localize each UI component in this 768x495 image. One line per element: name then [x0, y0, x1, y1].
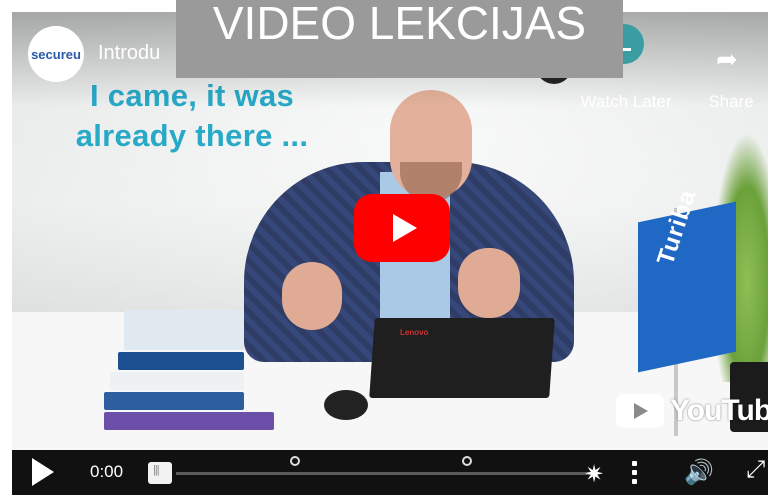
- book-stack: [104, 302, 274, 432]
- chapter-marker[interactable]: [290, 456, 300, 466]
- video-player[interactable]: I came, it was already there ... Lenovo …: [12, 12, 768, 495]
- chapter-marker[interactable]: [462, 456, 472, 466]
- presenter-hand-right: [458, 248, 520, 318]
- page-title: VIDEO LEKCIJAS: [176, 0, 623, 78]
- laptop: [369, 318, 555, 398]
- youtube-watermark[interactable]: YouTube: [616, 390, 768, 432]
- play-icon: [393, 214, 417, 242]
- scrub-handle[interactable]: [148, 462, 172, 484]
- channel-logo[interactable]: secureu: [28, 26, 84, 82]
- computer-mouse: [324, 390, 368, 420]
- channel-logo-text: secureu: [31, 46, 81, 62]
- settings-icon[interactable]: ✷: [584, 460, 604, 489]
- presenter-hand-left: [282, 262, 342, 330]
- fullscreen-icon[interactable]: ⤢: [746, 456, 765, 484]
- video-title[interactable]: Introdu: [98, 42, 160, 65]
- laptop-brand: Lenovo: [400, 328, 429, 337]
- youtube-logo-icon: [616, 394, 664, 428]
- play-icon[interactable]: [32, 458, 54, 486]
- big-play-button[interactable]: [354, 194, 450, 262]
- more-vert-icon[interactable]: [632, 458, 640, 488]
- share-label: Share: [708, 92, 754, 111]
- time-display: 0:00: [90, 462, 124, 481]
- control-bar: 0:00 ✷ 🔊 ⤢: [12, 450, 768, 495]
- watch-later-label: Watch Later: [580, 92, 672, 111]
- youtube-watermark-text: YouTube: [670, 394, 768, 427]
- overlay-line-2: already there ...: [75, 118, 309, 153]
- share-icon: ➦: [716, 44, 738, 74]
- share-button[interactable]: ➦ Share: [698, 34, 764, 111]
- volume-icon[interactable]: 🔊: [684, 458, 714, 487]
- progress-track[interactable]: [176, 472, 596, 475]
